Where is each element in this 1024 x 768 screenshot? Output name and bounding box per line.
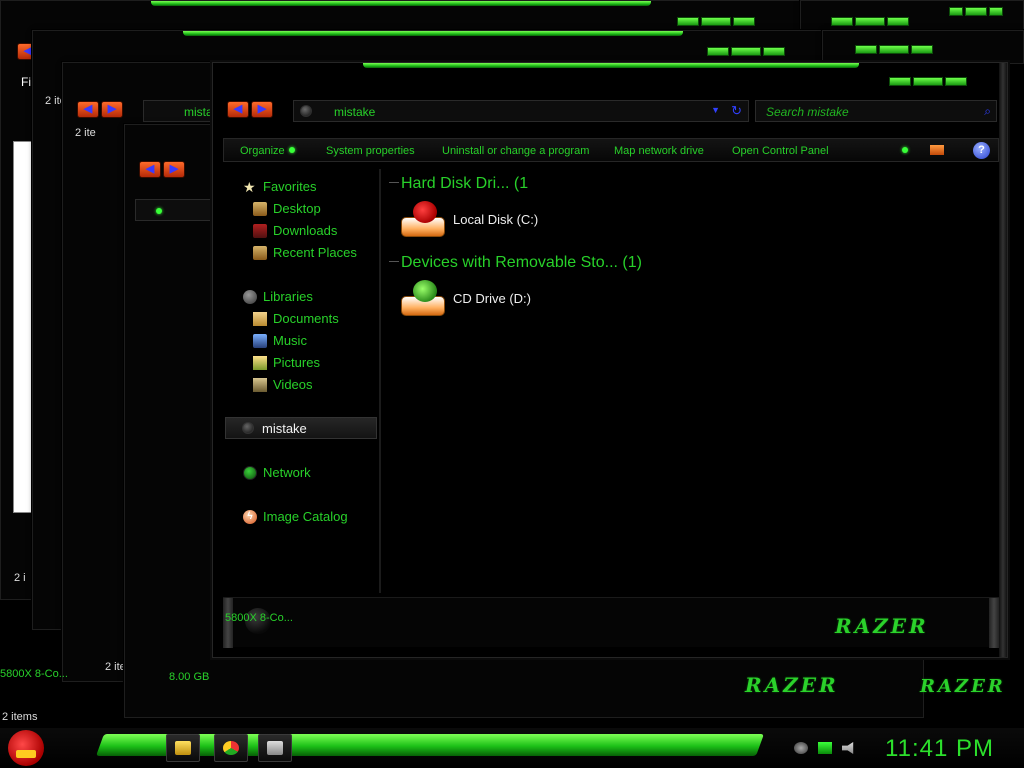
nav-pictures[interactable]: Pictures: [253, 355, 320, 370]
nav-libraries[interactable]: Libraries: [243, 289, 313, 304]
computer-icon: [300, 105, 312, 117]
window-title-glow: [363, 63, 859, 68]
window-controls[interactable]: [831, 17, 909, 26]
back-icon[interactable]: ◀: [227, 101, 249, 118]
downloads-icon: [253, 223, 267, 238]
chrome-icon: [223, 741, 239, 755]
items-count: 2 ite: [75, 127, 96, 139]
cd-drive-icon: [401, 280, 445, 316]
folder-icon: [175, 741, 191, 755]
open-control-panel-button[interactable]: Open Control Panel: [732, 145, 829, 157]
nav-computer[interactable]: mistake: [225, 417, 377, 439]
help-icon[interactable]: ?: [973, 142, 990, 159]
preview-pane-icon[interactable]: [930, 145, 944, 155]
pc-name-bg: 5800X 8-Co...: [0, 668, 68, 680]
nav-network[interactable]: Network: [243, 465, 311, 480]
window-title-glow: [151, 1, 651, 6]
nav-recent-places[interactable]: Recent Places: [253, 245, 357, 260]
navigation-pane: ★ Favorites Desktop Downloads Recent Plac…: [223, 169, 381, 593]
nav-favorites[interactable]: ★ Favorites: [243, 179, 316, 194]
taskbar-chrome-button[interactable]: [214, 734, 248, 762]
razer-logo-bg: RAZER: [920, 676, 1006, 697]
items-count: 2 i: [14, 572, 26, 584]
group-header-removable[interactable]: Devices with Removable Sto... (1): [389, 254, 642, 272]
system-properties-button[interactable]: System properties: [326, 145, 415, 157]
items-count: 2 ite: [105, 661, 126, 673]
volume-icon[interactable]: [842, 742, 854, 754]
nav-buttons[interactable]: ◀▶: [227, 101, 273, 118]
libraries-icon: [243, 289, 257, 304]
star-icon: ★: [243, 178, 256, 195]
nav-buttons[interactable]: ◀▶: [77, 101, 123, 118]
nav-downloads[interactable]: Downloads: [253, 223, 337, 238]
videos-icon: [253, 377, 267, 392]
search-input[interactable]: Search mistake ⌕: [755, 100, 997, 122]
menu-partial[interactable]: Fi: [21, 75, 31, 89]
forward-icon[interactable]: ▶: [101, 101, 123, 118]
search-icon[interactable]: ⌕: [984, 104, 991, 119]
minimize-button[interactable]: [889, 77, 911, 86]
memory-label: 8.00 GB: [169, 671, 210, 683]
map-network-drive-button[interactable]: Map network drive: [614, 145, 704, 157]
razer-logo: RAZER: [835, 614, 929, 638]
file-list: Hard Disk Dri... (1 Local Disk (C:) Devi…: [389, 171, 1001, 591]
search-placeholder: Search mistake: [766, 105, 849, 119]
clock[interactable]: 11:41 PM: [885, 735, 994, 763]
explorer-window: ◀ ▶ mistake ▼ ↻ Search mistake ⌕ Organize…: [212, 62, 1008, 658]
pc-name: 5800X 8-Co...: [225, 612, 293, 624]
chevron-down-icon[interactable]: ▼: [711, 105, 720, 115]
hard-drive-icon: [401, 201, 445, 237]
image-catalog-icon: ϟ: [243, 509, 257, 524]
music-icon: [253, 333, 267, 348]
window-title-glow: [183, 31, 683, 36]
computer-icon: [242, 422, 254, 434]
dropdown-dot-icon: [288, 147, 295, 153]
drive-local-disk-c[interactable]: Local Disk (C:): [401, 201, 538, 237]
details-pane: 5800X 8-Co... RAZER: [223, 597, 999, 648]
maximize-button[interactable]: [913, 77, 943, 86]
window-controls[interactable]: [949, 7, 1003, 16]
razer-logo: RAZER: [745, 673, 839, 697]
network-icon: [243, 465, 257, 480]
drive-cd-d[interactable]: CD Drive (D:): [401, 280, 531, 316]
background-window-right-2: [822, 30, 1024, 64]
back-icon[interactable]: ◀: [139, 161, 161, 178]
start-button[interactable]: [8, 730, 44, 766]
address-text: mistake: [334, 105, 376, 119]
forward-icon[interactable]: ▶: [251, 101, 273, 118]
taskbar: 11:41 PM: [0, 728, 1024, 768]
view-dropdown-dot-icon[interactable]: [902, 147, 908, 153]
forward-icon[interactable]: ▶: [163, 161, 185, 178]
window-controls[interactable]: [707, 47, 785, 56]
documents-icon: [253, 311, 267, 326]
desktop-icon: [253, 201, 267, 216]
nav-videos[interactable]: Videos: [253, 377, 313, 392]
nav-image-catalog[interactable]: ϟ Image Catalog: [243, 509, 348, 524]
nav-desktop[interactable]: Desktop: [253, 201, 321, 216]
nav-documents[interactable]: Documents: [253, 311, 339, 326]
uninstall-button[interactable]: Uninstall or change a program: [442, 145, 589, 157]
window-controls[interactable]: [889, 77, 967, 86]
network-tray-icon[interactable]: [818, 742, 832, 754]
refresh-icon[interactable]: ↻: [731, 103, 742, 119]
organize-button[interactable]: Organize: [240, 145, 295, 157]
show-hidden-icons-icon[interactable]: [794, 742, 808, 754]
pictures-icon: [253, 355, 267, 370]
taskbar-app-button[interactable]: [258, 734, 292, 762]
window-controls[interactable]: [855, 45, 933, 54]
taskbar-explorer-button[interactable]: [166, 734, 200, 762]
address-bar[interactable]: [135, 199, 215, 221]
nav-music[interactable]: Music: [253, 333, 307, 348]
details-edge-right: [989, 598, 999, 648]
close-button[interactable]: [945, 77, 967, 86]
back-icon[interactable]: ◀: [77, 101, 99, 118]
recent-places-icon: [253, 245, 267, 260]
address-bar[interactable]: mistake ▼ ↻: [293, 100, 749, 122]
group-header-hard-disks[interactable]: Hard Disk Dri... (1: [389, 175, 528, 193]
window-controls[interactable]: [677, 17, 755, 26]
app-icon: [267, 741, 283, 755]
items-count-bg: 2 items: [2, 711, 38, 723]
command-bar: Organize System properties Uninstall or …: [223, 138, 999, 162]
nav-buttons[interactable]: ◀▶: [139, 161, 185, 178]
